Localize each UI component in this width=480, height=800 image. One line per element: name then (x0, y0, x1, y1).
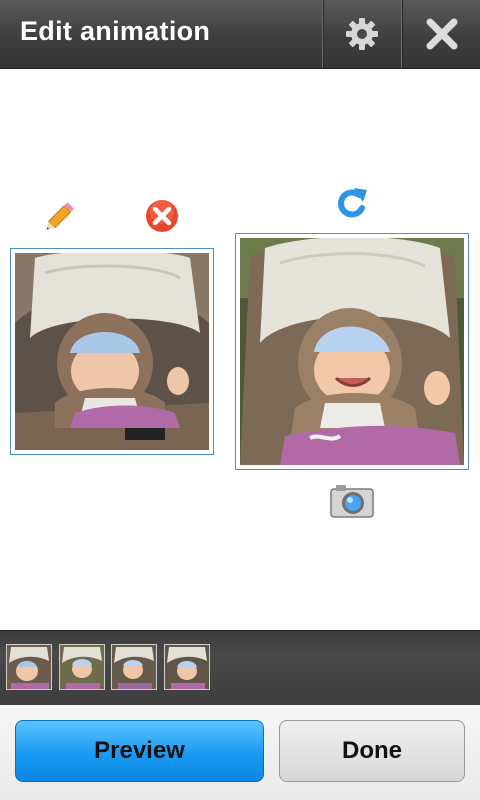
bottom-bar: Preview Done (0, 705, 480, 800)
photo-frame-left[interactable] (10, 248, 214, 455)
frame-thumbnail-2[interactable] (59, 644, 105, 690)
baby-photo-right (240, 238, 464, 465)
baby-photo-left (15, 253, 209, 450)
delete-icon[interactable] (144, 198, 180, 234)
filmstrip (0, 630, 480, 706)
photo-frame-right[interactable] (235, 233, 469, 470)
close-icon (426, 18, 457, 50)
pencil-icon[interactable] (44, 197, 80, 233)
rotate-icon[interactable] (333, 186, 371, 222)
frame-thumbnail-3[interactable] (111, 644, 157, 690)
gear-icon (346, 18, 378, 50)
settings-button[interactable] (322, 0, 401, 68)
frame-thumbnail-1[interactable] (6, 644, 52, 690)
frame-thumbnail-4[interactable] (164, 644, 210, 690)
preview-button[interactable]: Preview (15, 720, 264, 782)
camera-icon[interactable] (330, 482, 374, 518)
done-button[interactable]: Done (279, 720, 465, 782)
page-title: Edit animation (20, 16, 211, 46)
title-bar: Edit animation (0, 0, 480, 69)
close-button[interactable] (401, 0, 480, 68)
